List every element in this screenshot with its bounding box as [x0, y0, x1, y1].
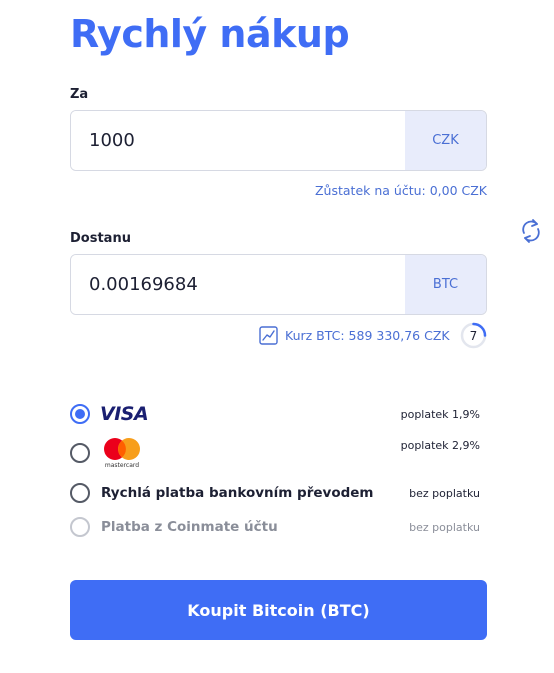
visa-radio[interactable] — [70, 404, 90, 424]
swap-icon[interactable] — [519, 216, 543, 246]
payment-option-visa[interactable]: VISA poplatek 1,9% — [70, 402, 487, 426]
pay-label: Za — [70, 87, 89, 102]
mastercard-fee: poplatek 2,9% — [400, 439, 480, 452]
bank-transfer-radio[interactable] — [70, 483, 90, 503]
rate-refresh-timer: 7 — [460, 322, 487, 349]
bank-transfer-label: Rychlá platba bankovním převodem — [101, 485, 374, 501]
mastercard-wordmark: mastercard — [104, 462, 140, 469]
chart-icon — [259, 325, 278, 345]
visa-logo: VISA — [100, 403, 149, 425]
receive-amount-field: BTC — [70, 254, 487, 315]
bank-transfer-fee: bez poplatku — [409, 486, 480, 500]
receive-label: Dostanu — [70, 231, 131, 246]
pay-currency-badge: CZK — [405, 111, 486, 170]
pay-amount-field: CZK — [70, 110, 487, 171]
buy-bitcoin-button[interactable]: Koupit Bitcoin (BTC) — [70, 580, 487, 640]
btc-rate: Kurz BTC: 589 330,76 CZK — [259, 323, 450, 347]
coinmate-fee: bez poplatku — [409, 520, 480, 534]
mastercard-logo: mastercard — [102, 437, 142, 469]
payment-option-coinmate: Platba z Coinmate účtu bez poplatku — [70, 515, 487, 539]
timer-seconds: 7 — [469, 328, 478, 343]
payment-option-bank-transfer[interactable]: Rychlá platba bankovním převodem bez pop… — [70, 481, 487, 505]
pay-amount-input[interactable] — [71, 111, 405, 170]
btc-rate-text: Kurz BTC: 589 330,76 CZK — [285, 327, 450, 343]
page-title: Rychlý nákup — [70, 12, 350, 56]
account-balance: Zůstatek na účtu: 0,00 CZK — [314, 183, 487, 198]
mastercard-radio[interactable] — [70, 443, 90, 463]
visa-fee: poplatek 1,9% — [400, 407, 480, 421]
receive-currency-badge: BTC — [405, 255, 486, 314]
coinmate-radio — [70, 517, 90, 537]
receive-amount-input[interactable] — [71, 255, 405, 314]
payment-option-mastercard[interactable]: mastercard poplatek 2,9% — [70, 438, 487, 469]
coinmate-label: Platba z Coinmate účtu — [101, 519, 278, 535]
